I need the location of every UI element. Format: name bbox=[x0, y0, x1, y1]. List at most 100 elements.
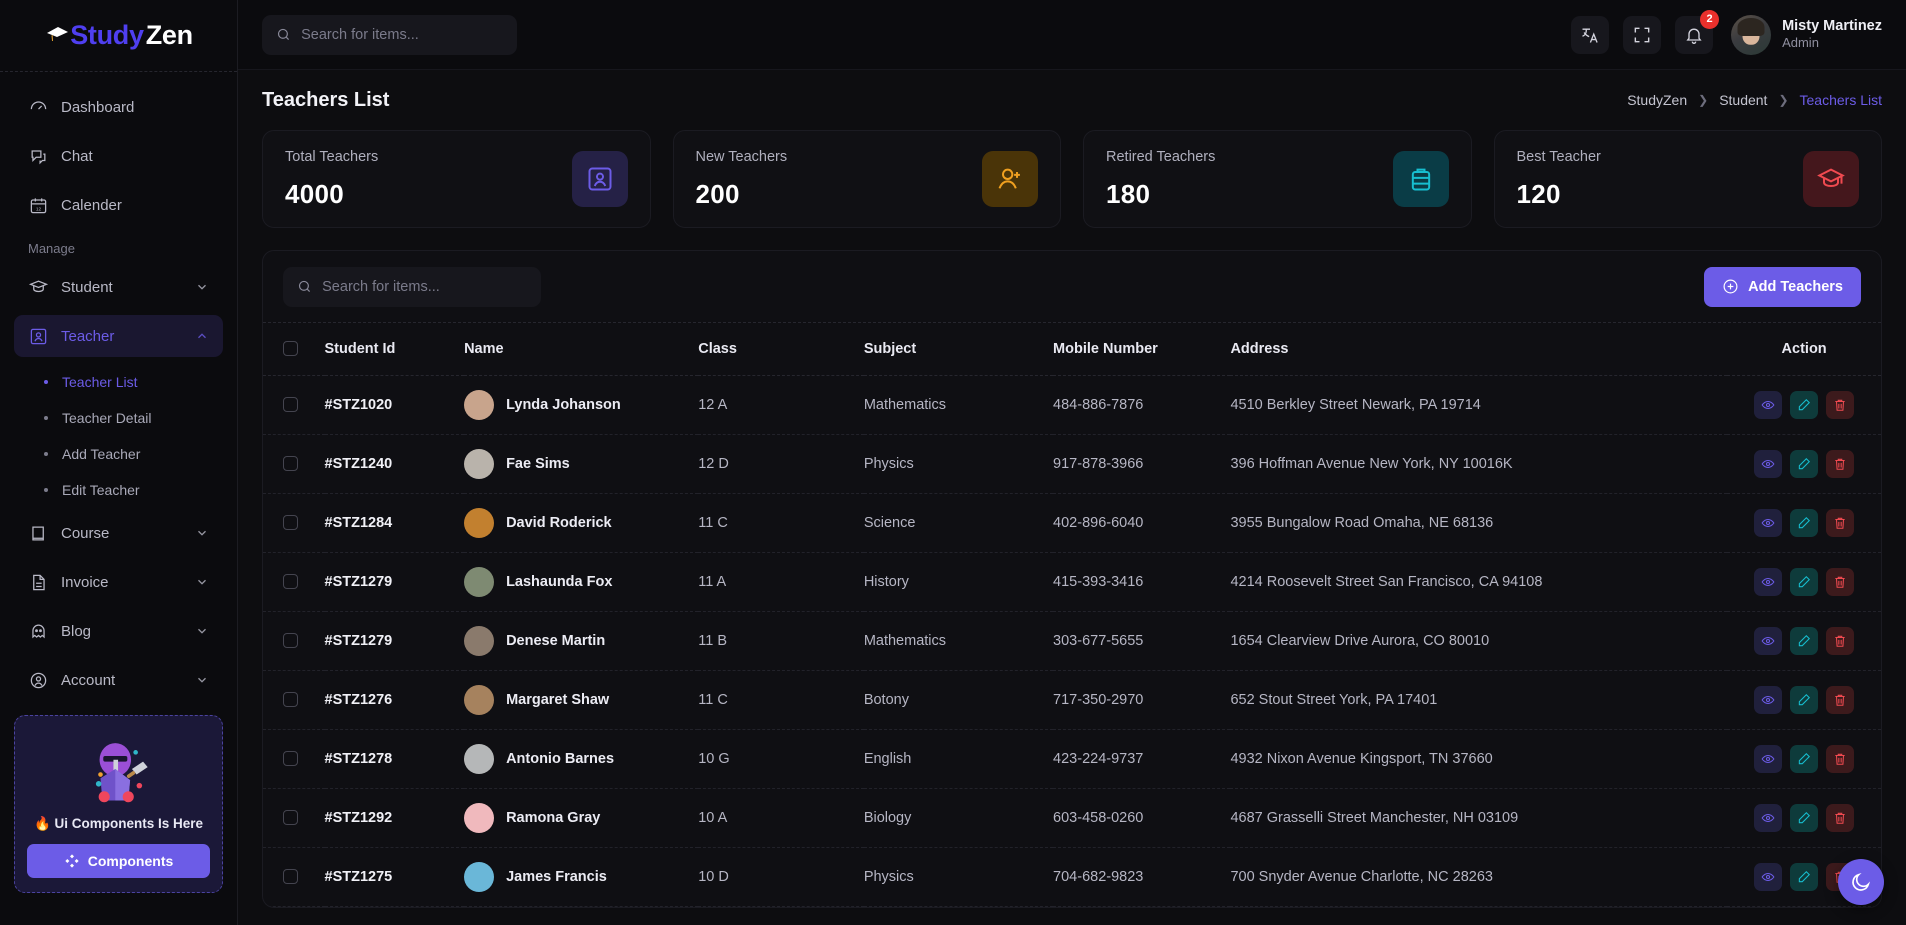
trash-icon bbox=[1835, 753, 1845, 765]
table-row[interactable]: #STZ1276 Margaret Shaw 11 C Botony 717-350-2… bbox=[263, 670, 1881, 730]
edit-button[interactable] bbox=[1790, 862, 1819, 891]
edit-button[interactable] bbox=[1790, 508, 1819, 537]
edit-button[interactable] bbox=[1790, 390, 1819, 419]
table-row[interactable]: #STZ1275 James Francis 10 D Physics 704-682-… bbox=[263, 847, 1881, 907]
sidebar-item-course[interactable]: Course bbox=[14, 512, 223, 554]
row-avatar bbox=[464, 389, 495, 420]
table-search[interactable] bbox=[283, 266, 541, 307]
column-header-subject[interactable]: Subject bbox=[863, 323, 1054, 376]
cell-actions bbox=[1727, 434, 1881, 494]
cell-name: Antonio Barnes bbox=[464, 729, 699, 789]
edit-button[interactable] bbox=[1790, 685, 1819, 714]
sidebar-item-chat[interactable]: Chat bbox=[14, 135, 223, 177]
cell-student-id: #STZ1275 bbox=[324, 847, 465, 907]
table-row[interactable]: #STZ1284 David Roderick 11 C Science 402-896… bbox=[263, 493, 1881, 553]
edit-button[interactable] bbox=[1790, 449, 1819, 478]
eye-icon bbox=[1761, 813, 1775, 822]
row-select-cell bbox=[263, 611, 325, 671]
breadcrumb-item-studyzen[interactable]: StudyZen bbox=[1627, 92, 1687, 108]
table-row[interactable]: #STZ1278 Antonio Barnes 10 G English 423-224… bbox=[263, 729, 1881, 789]
submenu-item-teacher-detail[interactable]: Teacher Detail bbox=[14, 400, 223, 436]
cell-student-id: #STZ1278 bbox=[324, 729, 465, 789]
delete-button[interactable] bbox=[1826, 744, 1855, 773]
notifications-button[interactable]: 2 bbox=[1675, 9, 1720, 54]
delete-button[interactable] bbox=[1826, 508, 1855, 537]
delete-button[interactable] bbox=[1826, 449, 1855, 478]
delete-button[interactable] bbox=[1826, 626, 1855, 655]
view-button[interactable] bbox=[1754, 685, 1783, 714]
view-button[interactable] bbox=[1754, 449, 1783, 478]
sidebar-item-dashboard[interactable]: Dashboard bbox=[14, 86, 223, 128]
translate-button[interactable] bbox=[1571, 15, 1610, 54]
view-button[interactable] bbox=[1754, 567, 1783, 596]
row-checkbox[interactable] bbox=[283, 633, 298, 648]
row-select-cell bbox=[263, 847, 325, 907]
sidebar-item-invoice[interactable]: Invoice bbox=[14, 561, 223, 603]
cell-class: 10 A bbox=[698, 788, 864, 848]
view-button[interactable] bbox=[1754, 803, 1783, 832]
row-checkbox[interactable] bbox=[283, 692, 298, 707]
document-icon bbox=[28, 572, 48, 592]
delete-button[interactable] bbox=[1826, 803, 1855, 832]
sidebar-item-blog[interactable]: Blog bbox=[14, 610, 223, 652]
column-header-student-id[interactable]: Student Id bbox=[324, 323, 465, 376]
dark-mode-toggle-button[interactable] bbox=[1838, 859, 1884, 905]
edit-button[interactable] bbox=[1790, 626, 1819, 655]
row-checkbox[interactable] bbox=[283, 515, 298, 530]
add-teachers-button[interactable]: Add Teachers bbox=[1704, 266, 1861, 307]
table-row[interactable]: #STZ1240 Fae Sims 12 D Physics 917-878-3966 3… bbox=[263, 434, 1881, 494]
table-row[interactable]: #STZ1279 Lashaunda Fox 11 A History 415-393-… bbox=[263, 552, 1881, 612]
delete-button[interactable] bbox=[1826, 685, 1855, 714]
user-menu[interactable]: Misty Martinez Admin bbox=[1731, 14, 1882, 55]
stats-row: Total Teachers 4000 New Teachers 200 Ret… bbox=[262, 130, 1882, 228]
breadcrumb-item-teachers-list[interactable]: Teachers List bbox=[1800, 92, 1882, 108]
cell-mobile: 415-393-3416 bbox=[1053, 552, 1231, 612]
column-header-class[interactable]: Class bbox=[698, 323, 864, 376]
view-button[interactable] bbox=[1754, 626, 1783, 655]
view-button[interactable] bbox=[1754, 744, 1783, 773]
trash-icon bbox=[1835, 399, 1845, 411]
pencil-icon bbox=[1798, 693, 1811, 705]
eye-icon bbox=[1761, 872, 1775, 881]
sidebar-item-teacher[interactable]: Teacher bbox=[14, 315, 223, 357]
row-checkbox[interactable] bbox=[283, 456, 298, 471]
view-button[interactable] bbox=[1754, 862, 1783, 891]
delete-button[interactable] bbox=[1826, 567, 1855, 596]
fullscreen-button[interactable] bbox=[1623, 15, 1662, 54]
global-search[interactable] bbox=[262, 14, 517, 55]
breadcrumb-item-student[interactable]: Student bbox=[1719, 92, 1767, 108]
view-button[interactable] bbox=[1754, 390, 1783, 419]
row-checkbox[interactable] bbox=[283, 869, 298, 884]
row-checkbox[interactable] bbox=[283, 751, 298, 766]
pencil-icon bbox=[1798, 811, 1811, 823]
column-header-address[interactable]: Address bbox=[1230, 323, 1728, 376]
edit-button[interactable] bbox=[1790, 744, 1819, 773]
sidebar-item-calender[interactable]: 12 Calender bbox=[14, 184, 223, 226]
edit-button[interactable] bbox=[1790, 803, 1819, 832]
search-input[interactable] bbox=[301, 26, 503, 43]
submenu-item-edit-teacher[interactable]: Edit Teacher bbox=[14, 472, 223, 508]
column-header-mobile[interactable]: Mobile Number bbox=[1053, 323, 1231, 376]
select-all-checkbox[interactable] bbox=[283, 341, 298, 357]
sidebar-item-student[interactable]: Student bbox=[14, 266, 223, 308]
submenu-item-add-teacher[interactable]: Add Teacher bbox=[14, 436, 223, 472]
edit-button[interactable] bbox=[1790, 567, 1819, 596]
table-search-input[interactable] bbox=[322, 278, 527, 295]
view-button[interactable] bbox=[1754, 508, 1783, 537]
row-checkbox[interactable] bbox=[283, 810, 298, 825]
table-row[interactable]: #STZ1020 Lynda Johanson 12 A Mathematics 484… bbox=[263, 375, 1881, 435]
row-checkbox[interactable] bbox=[283, 574, 298, 589]
column-header-name[interactable]: Name bbox=[464, 323, 699, 376]
table-row[interactable]: #STZ1292 Ramona Gray 10 A Biology 603-458-02… bbox=[263, 788, 1881, 848]
sidebar-item-account[interactable]: Account bbox=[14, 659, 223, 701]
cell-name: Fae Sims bbox=[464, 434, 699, 494]
cell-class: 12 A bbox=[698, 375, 864, 435]
row-checkbox[interactable] bbox=[283, 397, 298, 412]
bullet-icon bbox=[44, 452, 48, 456]
components-button[interactable]: Components bbox=[27, 844, 210, 878]
delete-button[interactable] bbox=[1826, 390, 1855, 419]
submenu-item-teacher-list[interactable]: Teacher List bbox=[14, 364, 223, 400]
trash-icon bbox=[1835, 635, 1845, 647]
logo[interactable]: Study Zen bbox=[0, 0, 237, 72]
table-row[interactable]: #STZ1279 Denese Martin 11 B Mathematics 303-… bbox=[263, 611, 1881, 671]
